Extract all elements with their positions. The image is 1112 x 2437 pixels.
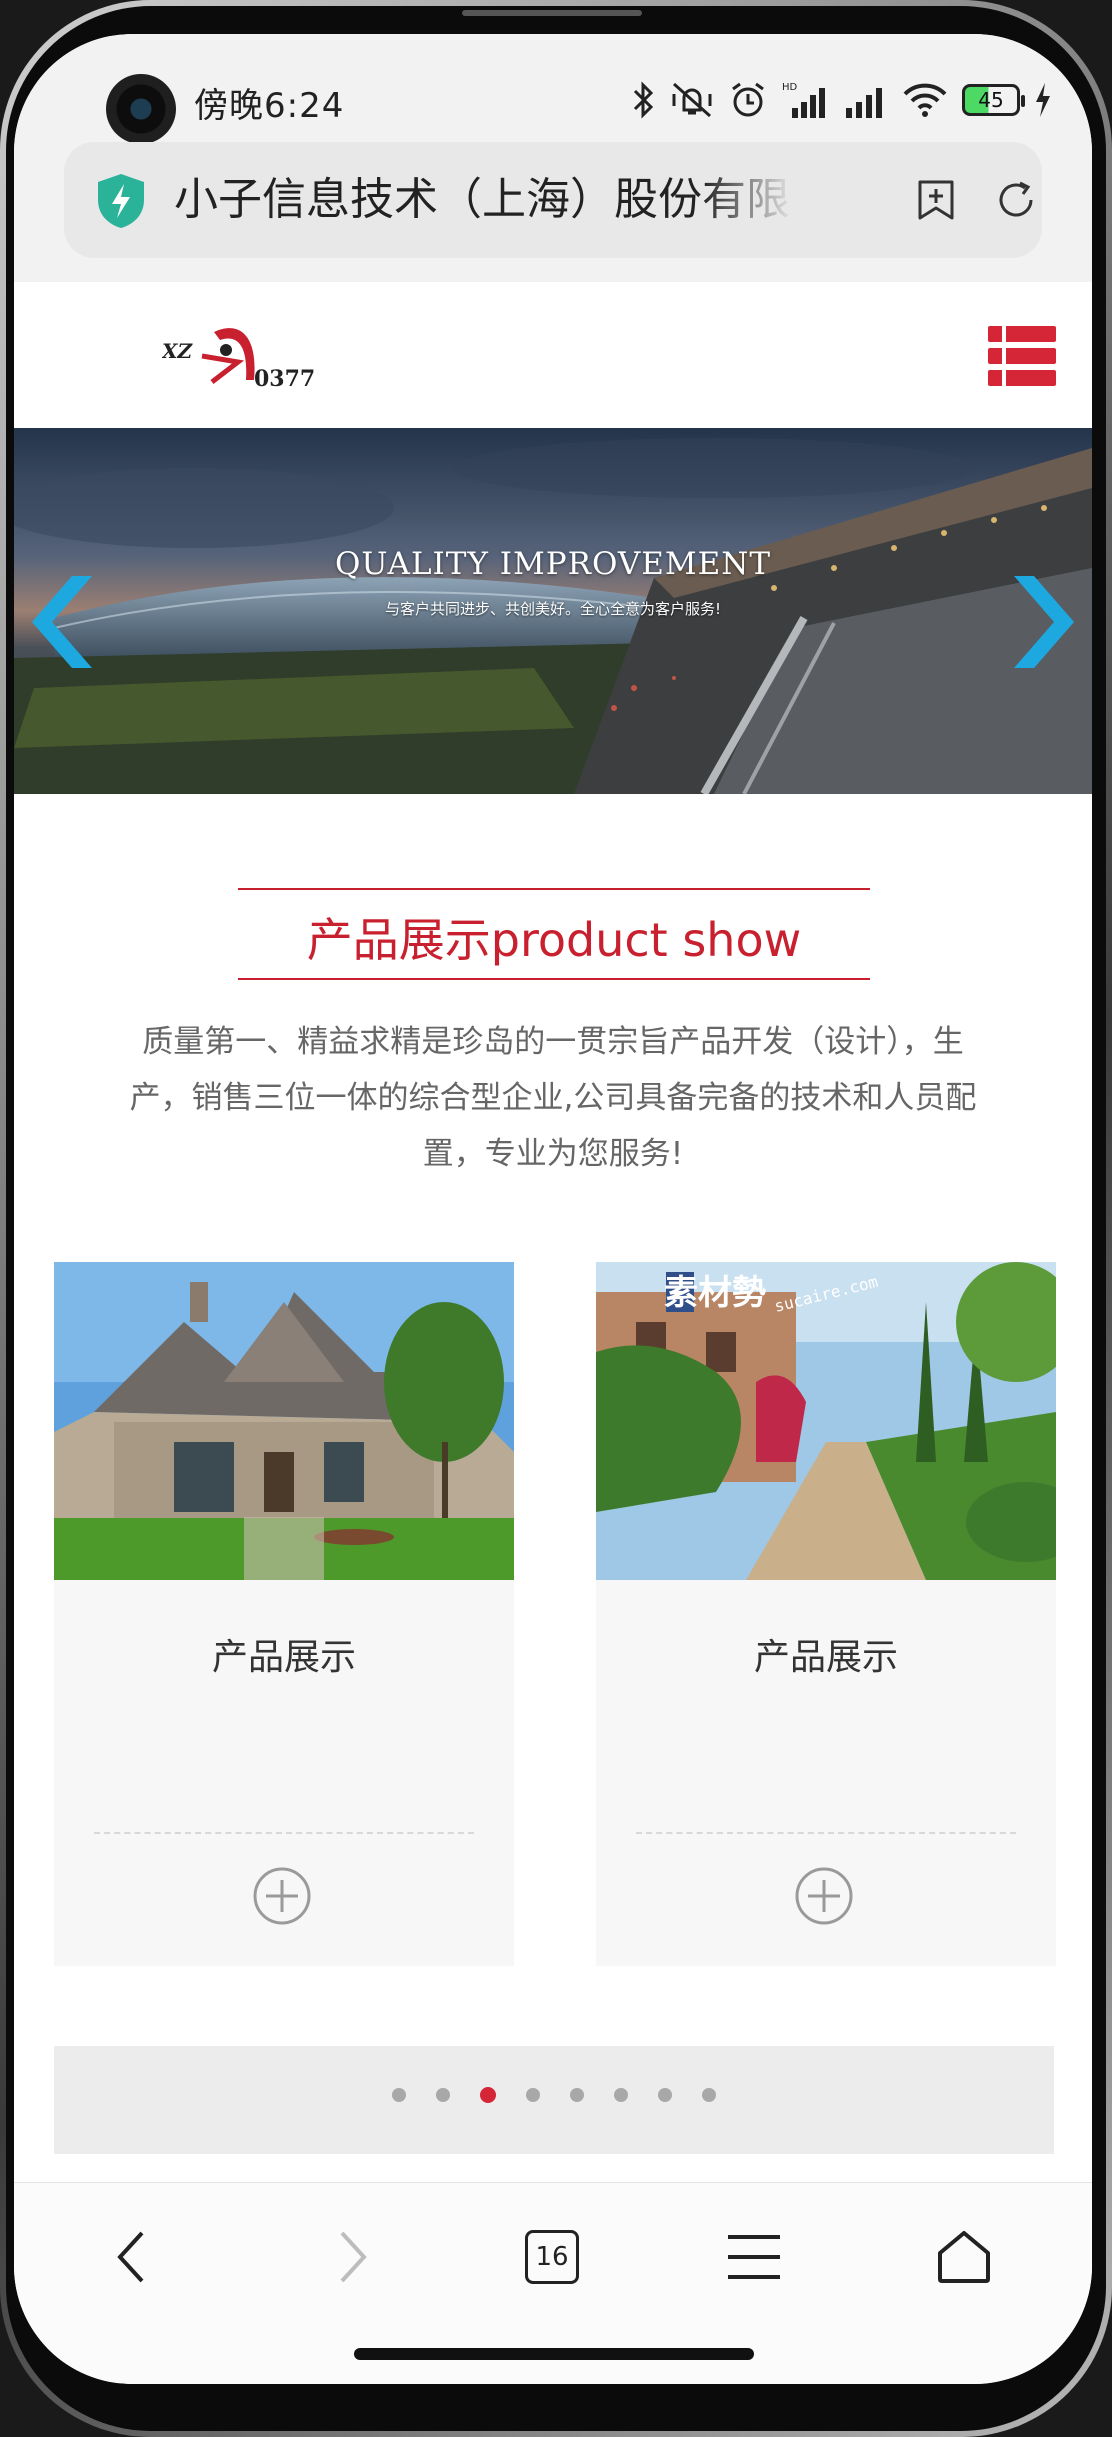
bluetooth-icon xyxy=(633,81,654,119)
home-indicator[interactable] xyxy=(354,2348,754,2360)
charging-icon xyxy=(1036,83,1050,117)
chevron-left-icon xyxy=(117,2231,144,2283)
add-bookmark-icon[interactable] xyxy=(914,178,958,222)
webpage: XZ 0377 QUALITY IMPROVEMENT 与客户共同进步、共创美好… xyxy=(14,282,1092,2182)
pager-dot[interactable] xyxy=(614,2088,628,2102)
product-card[interactable]: 素材勢 sucaire.com 产品展示 xyxy=(596,1262,1056,1966)
banner-prev-arrow-icon[interactable] xyxy=(32,576,96,668)
home-icon xyxy=(938,2231,990,2283)
tabs-count: 16 xyxy=(525,2230,579,2284)
product-image[interactable] xyxy=(54,1262,514,1580)
address-bar[interactable]: 小子信息技术（上海）股份有限公司 xyxy=(64,142,1042,258)
shield-icon xyxy=(98,174,144,228)
product-title[interactable]: 产品展示 xyxy=(54,1628,514,1680)
carousel-pager xyxy=(54,2046,1054,2154)
alarm-icon xyxy=(732,82,764,117)
site-header: XZ 0377 xyxy=(14,282,1092,428)
section-description: 质量第一、精益求精是珍岛的一贯宗旨产品开发（设计），生产，销售三位一体的综合型企… xyxy=(129,1024,977,1172)
tabs-button[interactable]: 16 xyxy=(512,2217,592,2297)
pager-dot[interactable] xyxy=(570,2088,584,2102)
pager-dot[interactable] xyxy=(392,2088,406,2102)
battery-icon: 45 xyxy=(962,84,1025,116)
wifi-icon xyxy=(903,83,947,117)
plus-circle-icon[interactable] xyxy=(252,1866,312,1926)
hamburger-icon xyxy=(728,2235,780,2279)
pager-dot[interactable] xyxy=(480,2087,496,2103)
status-time: 傍晚6:24 xyxy=(194,86,345,126)
hero-banner: QUALITY IMPROVEMENT 与客户共同进步、共创美好。全心全意为客户… xyxy=(14,428,1092,794)
pager-dot[interactable] xyxy=(526,2088,540,2102)
watermark-text: 素材勢 xyxy=(664,1273,766,1313)
mute-vibrate-icon xyxy=(672,82,712,118)
svg-text:HD: HD xyxy=(782,82,798,93)
reload-icon[interactable] xyxy=(994,178,1038,222)
front-camera xyxy=(106,74,176,144)
divider xyxy=(94,1832,474,1834)
hd-signal-icon: HD xyxy=(782,82,825,118)
pager-dot[interactable] xyxy=(658,2088,672,2102)
site-logo[interactable]: XZ 0377 xyxy=(162,320,352,390)
product-card[interactable]: 产品展示 xyxy=(54,1262,514,1966)
svg-text:XZ: XZ xyxy=(162,339,194,363)
forward-button[interactable] xyxy=(312,2217,392,2297)
product-title[interactable]: 产品展示 xyxy=(596,1628,1056,1680)
product-image[interactable]: 素材勢 sucaire.com xyxy=(596,1262,1056,1580)
back-button[interactable] xyxy=(92,2217,172,2297)
menu-button[interactable] xyxy=(714,2217,794,2297)
page-title-url[interactable]: 小子信息技术（上海）股份有限公司 xyxy=(174,172,794,228)
svg-text:0377: 0377 xyxy=(254,366,315,390)
menu-icon[interactable] xyxy=(988,326,1056,390)
banner-subtitle: 与客户共同进步、共创美好。全心全意为客户服务! xyxy=(384,600,721,618)
banner-next-arrow-icon[interactable] xyxy=(1010,576,1074,668)
plus-circle-icon[interactable] xyxy=(794,1866,854,1926)
screen: 傍晚6:24 HD 45 小子信息技术（上海）股份有限公司 xyxy=(14,34,1092,2384)
pager-dot[interactable] xyxy=(436,2088,450,2102)
home-button[interactable] xyxy=(924,2217,1004,2297)
chevron-right-icon xyxy=(340,2231,367,2283)
signal-icon xyxy=(846,88,882,118)
garden-path-photo: 素材勢 sucaire.com xyxy=(596,1262,1056,1580)
banner-title: QUALITY IMPROVEMENT xyxy=(334,546,772,582)
status-icons: HD 45 xyxy=(632,78,1052,122)
house-photo xyxy=(54,1262,514,1580)
section-title: 产品展示product show xyxy=(306,913,802,967)
section-title-box: 产品展示product show xyxy=(238,888,870,980)
speaker-grille xyxy=(462,10,642,16)
divider xyxy=(636,1832,1016,1834)
pager-dots xyxy=(54,2087,1054,2103)
pager-dot[interactable] xyxy=(702,2088,716,2102)
